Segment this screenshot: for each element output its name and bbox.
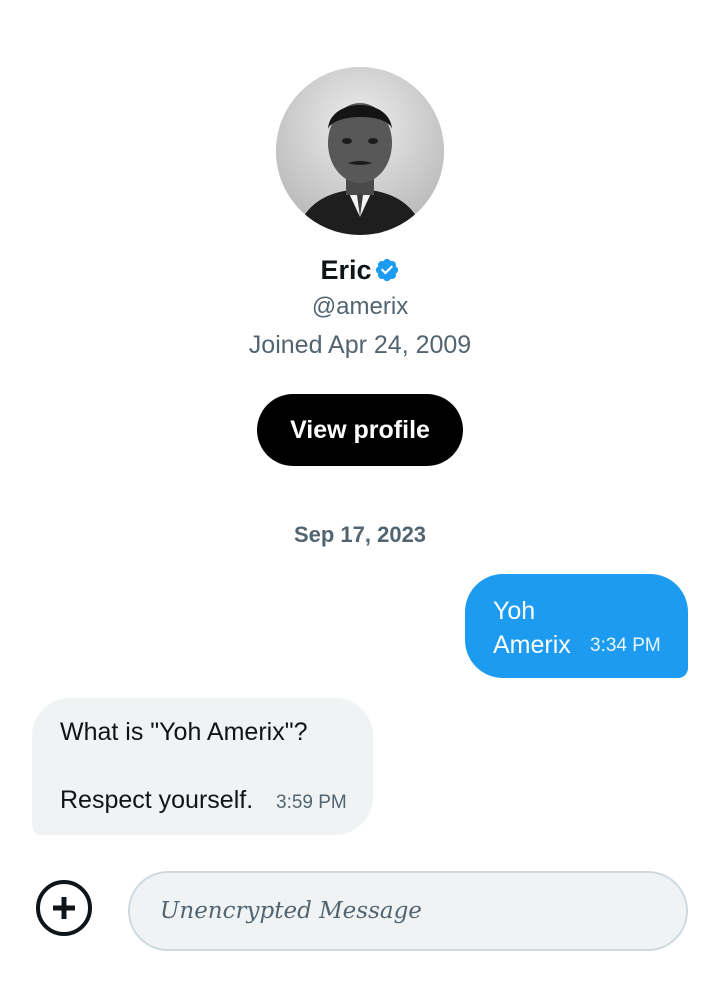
view-profile-button[interactable]: View profile: [257, 394, 463, 466]
portrait-avatar-image: [276, 67, 444, 235]
sent-message-text: Yoh Amerix: [493, 597, 571, 659]
profile-avatar[interactable]: [276, 67, 444, 235]
sent-message-time: 3:34 PM: [590, 635, 661, 656]
message-input[interactable]: [128, 871, 688, 951]
received-message-line-2: Respect yourself.: [60, 786, 254, 814]
received-message-time: 3:59 PM: [276, 792, 347, 813]
profile-joined-date: Joined Apr 24, 2009: [248, 331, 472, 359]
add-attachment-button[interactable]: [36, 880, 92, 936]
profile-handle: @amerix: [311, 293, 409, 320]
conversation-date-divider: Sep 17, 2023: [293, 522, 427, 547]
profile-name-row: Eric: [0, 252, 720, 288]
verified-badge-icon: [375, 258, 398, 282]
received-message-line-1: What is "Yoh Amerix"?: [60, 718, 308, 746]
received-message-bubble[interactable]: What is "Yoh Amerix"? Respect yourself. …: [32, 698, 373, 835]
profile-name: Eric: [320, 254, 372, 285]
sent-message-bubble[interactable]: Yoh Amerix 3:34 PM: [465, 574, 688, 678]
plus-circle-icon: [53, 897, 75, 919]
